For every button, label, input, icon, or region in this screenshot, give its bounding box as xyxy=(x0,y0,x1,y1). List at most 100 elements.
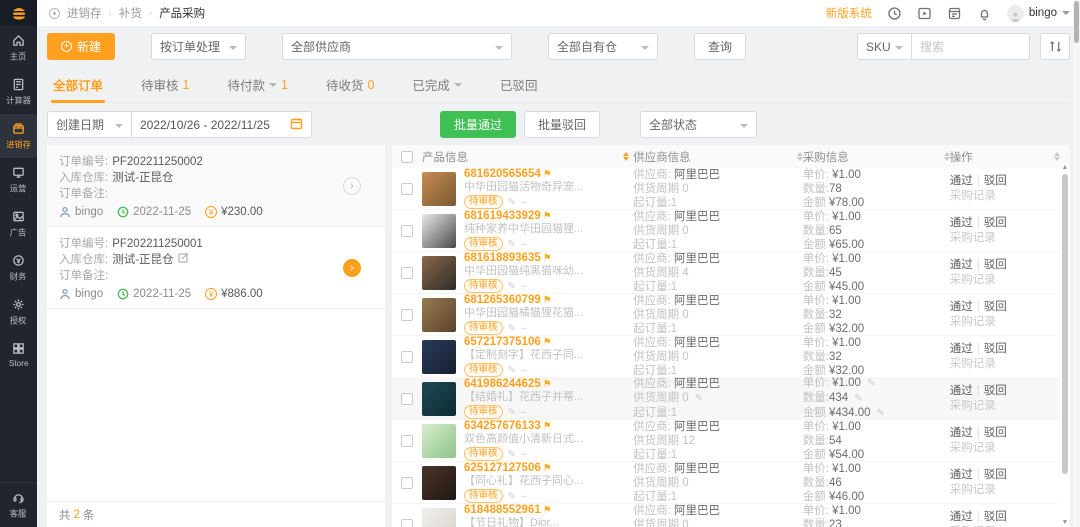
date-range-input[interactable]: 2022/10/26 - 2022/11/25 xyxy=(132,111,312,138)
breadcrumb-item[interactable]: 进销存 xyxy=(67,5,102,21)
edit-warehouse-icon[interactable] xyxy=(177,252,189,268)
process-mode-select[interactable]: 按订单处理 xyxy=(151,33,247,60)
purchase-record-link[interactable]: 采购记录 xyxy=(950,484,996,496)
product-id[interactable]: 641986244625 xyxy=(464,378,541,390)
sidebar-item-calculator[interactable]: 计算器 xyxy=(0,70,37,114)
approve-link[interactable]: 通过 xyxy=(950,427,973,439)
edit-icon[interactable]: ✎ xyxy=(508,322,516,335)
approve-link[interactable]: 通过 xyxy=(950,259,973,271)
edit-icon[interactable]: ✎ xyxy=(508,238,516,251)
table-row[interactable]: 634257676133 ⚑ 双色高颜值小清新日式... 待审核 ✎ – 供应商:… xyxy=(392,420,1060,462)
scroll-up-arrow[interactable]: ▲ xyxy=(1061,164,1069,171)
purchase-record-link[interactable]: 采购记录 xyxy=(950,274,996,286)
edit-icon[interactable]: ✎ xyxy=(508,490,516,503)
tab-pending-payment[interactable]: 待付款 1 xyxy=(225,69,289,102)
user-menu[interactable]: bingo xyxy=(1006,4,1070,22)
product-id[interactable]: 634257676133 xyxy=(464,420,541,432)
sidebar-item-support[interactable]: 客服 xyxy=(0,482,37,527)
reject-link[interactable]: 驳回 xyxy=(984,469,1007,481)
page-scrollbar[interactable] xyxy=(1073,0,1080,527)
row-checkbox[interactable] xyxy=(401,182,413,195)
product-id[interactable]: 681620565654 xyxy=(464,168,541,180)
purchase-record-link[interactable]: 采购记录 xyxy=(950,358,996,370)
table-row[interactable]: 657217375106 ⚑ 【定制刻字】花西子同... 待审核 ✎ – 供应商:… xyxy=(392,336,1060,378)
row-checkbox[interactable] xyxy=(401,266,413,279)
column-settings-button[interactable] xyxy=(1040,33,1070,60)
approve-link[interactable]: 通过 xyxy=(950,301,973,313)
table-row[interactable]: 681620565654 ⚑ 中华田园猫活物奇异宠... 待审核 ✎ – 供应商:… xyxy=(392,168,1060,210)
edit-icon[interactable]: ✎ xyxy=(695,393,703,404)
scrollbar-thumb[interactable] xyxy=(1062,174,1068,474)
edit-icon[interactable]: ✎ xyxy=(867,378,875,389)
table-row[interactable]: 641986244625 ⚑ 【结婚礼】花西子并蒂... 待审核 ✎ – 供应商:… xyxy=(392,377,1060,420)
search-input[interactable] xyxy=(912,33,1030,60)
product-id[interactable]: 681618893635 xyxy=(464,252,541,264)
approve-link[interactable]: 通过 xyxy=(950,511,973,523)
query-button[interactable]: 查询 xyxy=(694,33,747,60)
product-id[interactable]: 625127127506 xyxy=(464,462,541,474)
select-all-checkbox[interactable] xyxy=(401,150,413,163)
supplier-select[interactable]: 全部供应商 xyxy=(282,33,513,60)
table-scrollbar[interactable]: ▲ ▼ xyxy=(1061,164,1069,527)
row-checkbox[interactable] xyxy=(401,308,413,321)
product-id[interactable]: 618488552961 xyxy=(464,504,541,516)
product-id[interactable]: 681619433929 xyxy=(464,210,541,222)
history-icon[interactable] xyxy=(887,6,902,21)
approve-link[interactable]: 通过 xyxy=(950,217,973,229)
status-select[interactable]: 全部状态 xyxy=(640,111,758,138)
column-action[interactable]: 操作 xyxy=(950,149,973,165)
page-scrollbar-thumb[interactable] xyxy=(1074,1,1079,43)
product-id[interactable]: 657217375106 xyxy=(464,336,541,348)
row-checkbox[interactable] xyxy=(401,350,413,363)
row-checkbox[interactable] xyxy=(401,392,413,405)
tab-pending-receipt[interactable]: 待收货 0 xyxy=(324,69,376,102)
table-row[interactable]: 681619433929 ⚑ 纯种家养中华田园猫狸... 待审核 ✎ – 供应商:… xyxy=(392,210,1060,252)
sidebar-item-inventory[interactable]: 进销存 xyxy=(0,114,37,158)
purchase-record-link[interactable]: 采购记录 xyxy=(950,442,996,454)
scroll-down-arrow[interactable]: ▼ xyxy=(1061,519,1069,526)
batch-approve-button[interactable]: 批量通过 xyxy=(440,111,517,138)
edit-icon[interactable]: ✎ xyxy=(508,448,516,461)
edit-icon[interactable]: ✎ xyxy=(508,196,516,209)
row-checkbox[interactable] xyxy=(401,434,413,447)
sidebar-item-finance[interactable]: 财务 xyxy=(0,246,37,290)
table-row[interactable]: 681265360799 ⚑ 中华田园猫橘猫狸花猫... 待审核 ✎ – 供应商:… xyxy=(392,294,1060,336)
order-card[interactable]: 订单编号: PF202211250002 入库仓库: 测试-正昆仓 订单备注: bi… xyxy=(47,145,385,227)
collapse-order-button[interactable]: › xyxy=(343,258,361,277)
create-button[interactable]: + 新建 xyxy=(47,33,116,60)
approve-link[interactable]: 通过 xyxy=(950,385,973,397)
bell-icon[interactable] xyxy=(977,6,992,21)
approve-link[interactable]: 通过 xyxy=(950,343,973,355)
new-system-link[interactable]: 新版系统 xyxy=(826,5,872,21)
approve-link[interactable]: 通过 xyxy=(950,469,973,481)
sku-select[interactable]: SKU xyxy=(857,33,912,60)
date-type-select[interactable]: 创建日期 xyxy=(47,111,132,138)
sidebar-item-authorization[interactable]: 授权 xyxy=(0,290,37,334)
warehouse-select[interactable]: 全部自有仓 xyxy=(548,33,659,60)
reject-link[interactable]: 驳回 xyxy=(984,385,1007,397)
edit-icon[interactable]: ✎ xyxy=(877,408,885,419)
sidebar-item-operations[interactable]: 运营 xyxy=(0,158,37,202)
purchase-record-link[interactable]: 采购记录 xyxy=(950,190,996,202)
video-icon[interactable] xyxy=(917,6,932,21)
tab-rejected[interactable]: 已驳回 xyxy=(498,69,540,102)
table-row[interactable]: 625127127506 ⚑ 【同心礼】花西子同心... 待审核 ✎ – 供应商:… xyxy=(392,462,1060,504)
reject-link[interactable]: 驳回 xyxy=(984,511,1007,523)
reject-link[interactable]: 驳回 xyxy=(984,301,1007,313)
purchase-record-link[interactable]: 采购记录 xyxy=(950,400,996,412)
docs-icon[interactable] xyxy=(947,6,962,21)
product-id[interactable]: 681265360799 xyxy=(464,294,541,306)
breadcrumb-item[interactable]: 补货 xyxy=(119,5,142,21)
column-supplier[interactable]: 供应商信息 xyxy=(633,149,691,165)
purchase-record-link[interactable]: 采购记录 xyxy=(950,316,996,328)
expand-order-button[interactable]: › xyxy=(343,176,361,195)
edit-icon[interactable]: ✎ xyxy=(508,364,516,377)
table-row[interactable]: 618488552961⚑ 【节日礼物】Dior... 待审核 ✎ – 供应商:… xyxy=(392,504,1060,527)
edit-icon[interactable]: ✎ xyxy=(508,280,516,293)
purchase-record-link[interactable]: 采购记录 xyxy=(950,232,996,244)
reject-link[interactable]: 驳回 xyxy=(984,217,1007,229)
tab-completed[interactable]: 已完成 xyxy=(410,69,464,102)
reject-link[interactable]: 驳回 xyxy=(984,427,1007,439)
edit-icon[interactable]: ✎ xyxy=(854,393,862,404)
order-card-selected[interactable]: 订单编号: PF202211250001 入库仓库: 测试-正昆仓 订单备注: b… xyxy=(47,227,385,309)
